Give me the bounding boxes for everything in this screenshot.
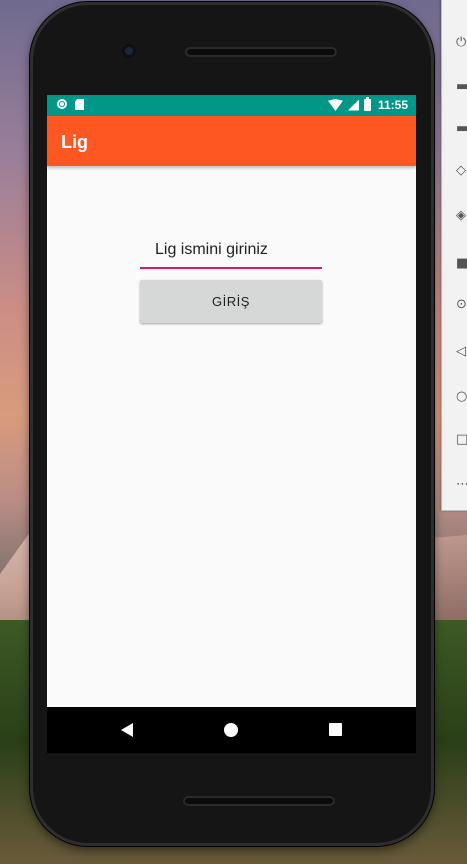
sd-card-icon (75, 99, 84, 110)
app-bar: Lig (47, 116, 416, 166)
volume-down-icon[interactable]: ▬ (456, 122, 467, 136)
device-screen: 11:55 Lig GİRİŞ (47, 95, 416, 707)
top-speaker-grille (185, 47, 337, 57)
app-title: Lig (61, 132, 88, 152)
rotate-right-icon[interactable]: ◈ (456, 209, 467, 223)
login-button[interactable]: GİRİŞ (140, 280, 322, 323)
front-camera (122, 44, 136, 58)
status-time: 11:55 (377, 98, 408, 112)
signal-icon (347, 99, 359, 111)
recents-icon[interactable] (329, 723, 342, 736)
emulator-toolbar: ⏻ ▬ ▬ ◇ ◈ ■ ⊙ ◁ ○ □ ⋯ (441, 0, 467, 511)
notification-circle-icon (57, 99, 67, 109)
league-name-input[interactable] (140, 233, 322, 269)
back-icon[interactable] (121, 723, 133, 737)
wifi-icon (327, 99, 343, 111)
home-icon[interactable] (224, 723, 238, 737)
bottom-speaker-grille (183, 796, 335, 806)
screenshot-icon[interactable]: ■ (456, 257, 467, 271)
power-icon[interactable]: ⏻ (456, 36, 467, 50)
overview-icon[interactable]: □ (456, 433, 467, 447)
battery-icon (363, 97, 371, 111)
rotate-left-icon[interactable]: ◇ (456, 164, 467, 178)
more-icon[interactable]: ⋯ (456, 478, 467, 492)
zoom-icon[interactable]: ⊙ (456, 298, 467, 312)
volume-up-icon[interactable]: ▬ (456, 80, 467, 94)
back-icon[interactable]: ◁ (456, 345, 467, 359)
status-bar: 11:55 (47, 95, 416, 116)
navigation-bar (47, 707, 416, 753)
home-icon[interactable]: ○ (456, 390, 467, 404)
